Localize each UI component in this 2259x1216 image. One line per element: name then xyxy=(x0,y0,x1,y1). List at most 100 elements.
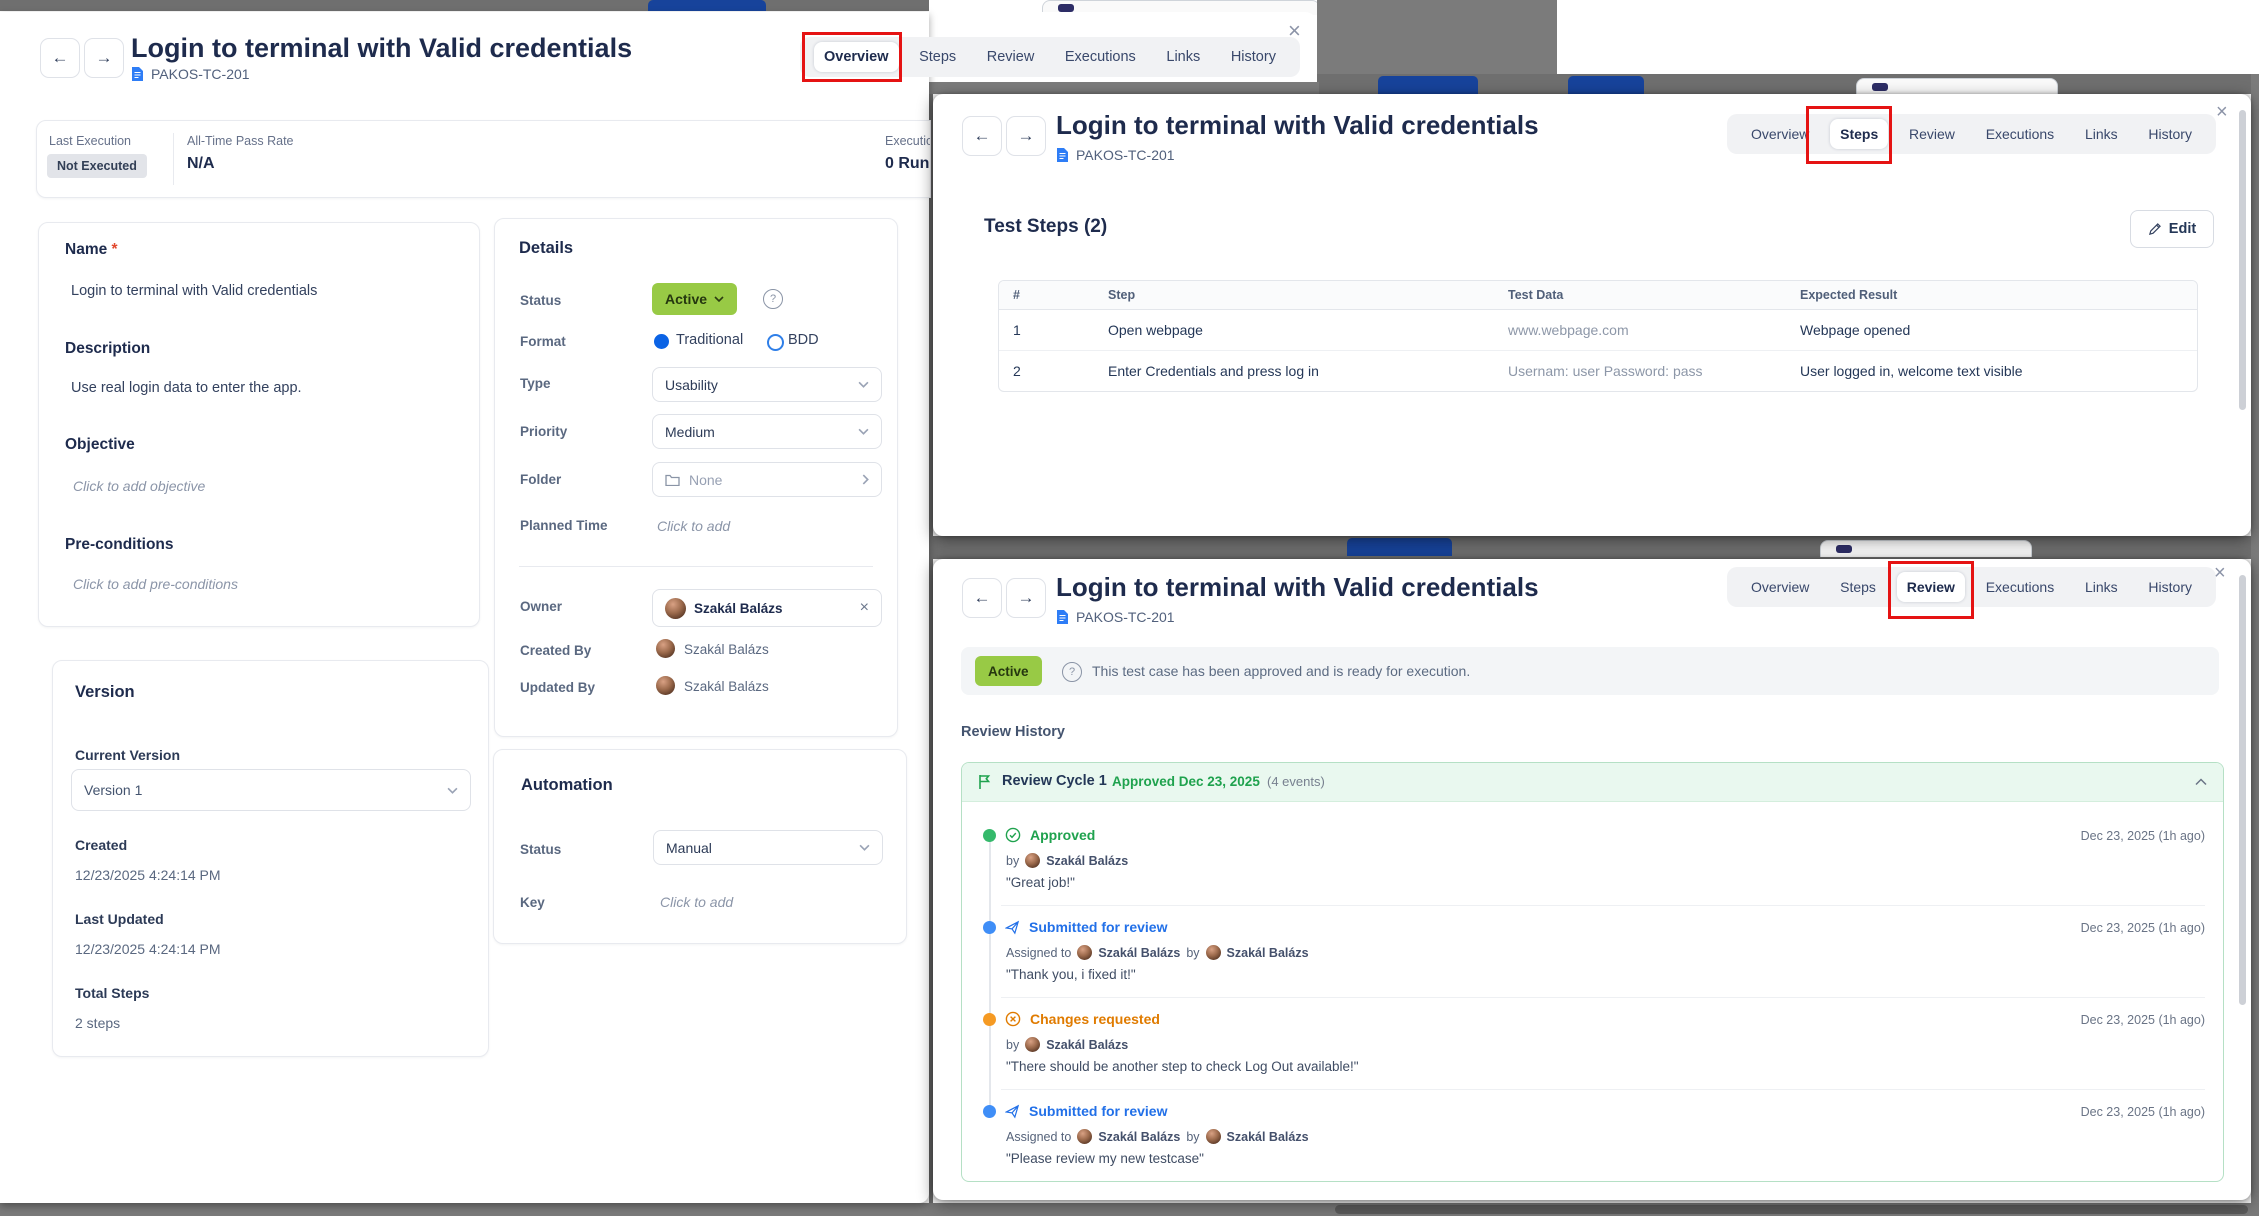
event-title: Submitted for review xyxy=(1029,1103,1167,1119)
tab-executions[interactable]: Executions xyxy=(1976,572,2064,602)
back-button[interactable]: ← xyxy=(962,578,1002,618)
tab-history[interactable]: History xyxy=(2138,572,2202,602)
radio-bdd[interactable] xyxy=(767,334,784,351)
panel-steps: ← → Login to terminal with Valid credent… xyxy=(933,94,2251,536)
gray-right-edge xyxy=(2251,74,2259,1203)
back-button[interactable]: ← xyxy=(40,38,80,78)
tab-review[interactable]: Review xyxy=(1897,572,1965,602)
created-label: Created xyxy=(75,837,127,853)
required-mark: * xyxy=(112,241,118,258)
name-label: Name * xyxy=(65,241,118,259)
chevron-down-icon xyxy=(714,296,724,302)
tab-review[interactable]: Review xyxy=(977,42,1045,72)
avatar xyxy=(1206,1129,1221,1144)
forward-button[interactable]: → xyxy=(1006,578,1046,618)
avatar xyxy=(1077,945,1092,960)
testcase-key: PAKOS-TC-201 xyxy=(1056,147,1175,163)
updated-by-label: Updated By xyxy=(520,680,595,695)
bottom-scrollbar-thumb[interactable] xyxy=(1335,1205,2248,1214)
folder-select[interactable]: None xyxy=(652,462,882,497)
close-icon[interactable]: × xyxy=(1288,20,1301,42)
clear-owner-icon[interactable]: × xyxy=(860,599,869,617)
tab-overview[interactable]: Overview xyxy=(814,42,899,72)
tab-steps[interactable]: Steps xyxy=(1830,572,1886,602)
tab-review[interactable]: Review xyxy=(1899,119,1965,149)
stats-card: Last Execution Not Executed All-Time Pas… xyxy=(36,120,931,198)
cell-expected: Webpage opened xyxy=(1786,322,2197,338)
chevron-down-icon xyxy=(859,844,870,851)
back-arrow-icon: ← xyxy=(52,48,69,68)
tab-history[interactable]: History xyxy=(1221,42,1286,72)
version-card: Version Current Version Version 1 Create… xyxy=(52,660,489,1057)
type-select[interactable]: Usability xyxy=(652,367,882,402)
tab-overview[interactable]: Overview xyxy=(1741,119,1819,149)
planned-time-placeholder[interactable]: Click to add xyxy=(657,518,730,534)
back-button[interactable]: ← xyxy=(962,116,1002,156)
status-label: Status xyxy=(520,293,561,308)
tab-executions[interactable]: Executions xyxy=(1055,42,1146,72)
scrollbar-thumb[interactable] xyxy=(2239,110,2246,410)
tab-executions[interactable]: Executions xyxy=(1976,119,2064,149)
browser-tab-pill xyxy=(1568,76,1644,94)
review-event: Submitted for review Dec 23, 2025 (1h ag… xyxy=(1005,1103,2205,1182)
updated-by-value: Szakál Balázs xyxy=(684,679,769,694)
divider xyxy=(173,133,174,185)
tab-links[interactable]: Links xyxy=(2075,119,2128,149)
tab-history[interactable]: History xyxy=(2138,119,2202,149)
edit-button[interactable]: Edit xyxy=(2130,210,2214,248)
owner-label: Owner xyxy=(520,599,562,614)
forward-button[interactable]: → xyxy=(84,38,124,78)
status-dropdown[interactable]: Active xyxy=(652,283,737,315)
name-value[interactable]: Login to terminal with Valid credentials xyxy=(71,283,317,299)
tab-steps[interactable]: Steps xyxy=(909,42,966,72)
review-cycle-box: Review Cycle 1 Approved Dec 23, 2025 (4 … xyxy=(961,762,2224,1182)
details-card: Details Status Active ? Format Tradition… xyxy=(494,218,898,737)
tab-steps[interactable]: Steps xyxy=(1830,119,1888,149)
review-cycle-count: (4 events) xyxy=(1267,774,1325,789)
scrollbar-thumb[interactable] xyxy=(2239,575,2246,1005)
forward-arrow-icon: → xyxy=(1018,588,1035,608)
browser-tab-pill xyxy=(1347,538,1452,556)
browser-tab-pill xyxy=(1378,76,1478,94)
review-history-title: Review History xyxy=(961,724,1065,740)
info-icon[interactable]: ? xyxy=(1062,662,1082,682)
automation-key-placeholder[interactable]: Click to add xyxy=(660,894,733,910)
radio-traditional[interactable] xyxy=(654,334,669,349)
priority-value: Medium xyxy=(665,424,858,440)
description-value[interactable]: Use real login data to enter the app. xyxy=(71,380,302,396)
panel-review: ← → Login to terminal with Valid credent… xyxy=(933,559,2251,1200)
document-icon xyxy=(131,66,144,82)
format-option-bdd[interactable]: BDD xyxy=(788,332,819,348)
tab-favicon xyxy=(1872,83,1888,91)
last-updated-value: 12/23/2025 4:24:14 PM xyxy=(75,941,221,957)
priority-select[interactable]: Medium xyxy=(652,414,882,449)
tab-overview[interactable]: Overview xyxy=(1741,572,1819,602)
forward-button[interactable]: → xyxy=(1006,116,1046,156)
preconditions-label: Pre-conditions xyxy=(65,536,174,554)
x-circle-icon xyxy=(1005,1011,1021,1027)
testcase-key: PAKOS-TC-201 xyxy=(1056,609,1175,625)
objective-placeholder[interactable]: Click to add objective xyxy=(73,478,205,494)
objective-label: Objective xyxy=(65,436,135,454)
event-meta: by Szakál Balázs xyxy=(1006,853,1128,868)
close-icon[interactable]: × xyxy=(2216,102,2228,122)
test-steps-title: Test Steps (2) xyxy=(984,216,1107,238)
tab-bar-overview-panel: Overview Steps Review Executions Links H… xyxy=(800,37,1300,77)
automation-status-select[interactable]: Manual xyxy=(653,830,883,865)
event-comment: "Please review my new testcase" xyxy=(1006,1151,1204,1166)
tab-links[interactable]: Links xyxy=(2075,572,2128,602)
event-assignee: Szakál Balázs xyxy=(1098,1130,1180,1144)
current-version-select[interactable]: Version 1 xyxy=(71,769,471,811)
table-row[interactable]: 1 Open webpage www.webpage.com Webpage o… xyxy=(999,310,2197,351)
owner-field[interactable]: Szakál Balázs × xyxy=(652,589,882,627)
help-icon[interactable]: ? xyxy=(763,289,783,309)
paper-plane-icon xyxy=(1005,1104,1020,1119)
table-row[interactable]: 2 Enter Credentials and press log in Use… xyxy=(999,351,2197,391)
format-option-traditional[interactable]: Traditional xyxy=(676,332,743,348)
tab-links[interactable]: Links xyxy=(1156,42,1210,72)
last-execution-label: Last Execution xyxy=(49,134,131,148)
close-icon[interactable]: × xyxy=(2214,563,2226,583)
type-value: Usability xyxy=(665,377,858,393)
chevron-up-icon[interactable] xyxy=(2195,778,2207,786)
preconditions-placeholder[interactable]: Click to add pre-conditions xyxy=(73,576,238,592)
